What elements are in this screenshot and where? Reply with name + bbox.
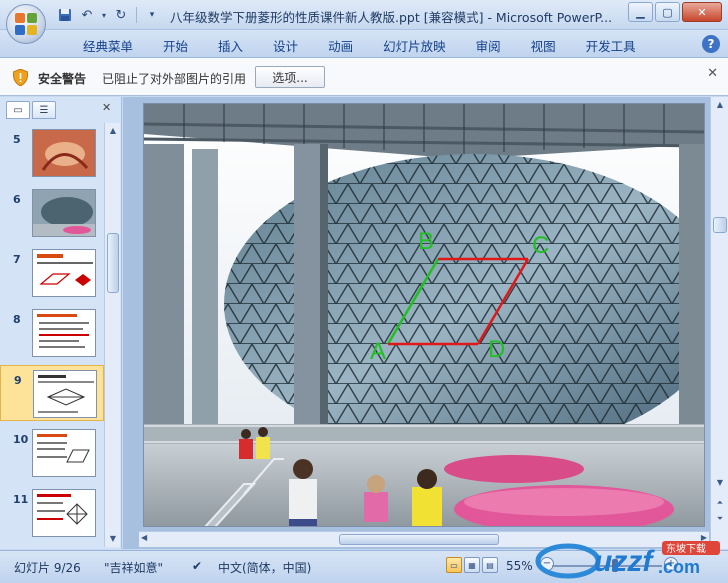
slide-photo bbox=[144, 104, 704, 526]
ribbon-tab[interactable]: 幻灯片放映 bbox=[368, 36, 461, 55]
slide-thumbnail[interactable]: 9 bbox=[0, 365, 104, 421]
slides-pane: ▭ ☰ ✕ 5 6 7 8 9 10 11 ▲ ▼ bbox=[0, 97, 122, 549]
office-button[interactable] bbox=[6, 4, 46, 44]
slides-tab-icon[interactable]: ▭ bbox=[6, 101, 30, 119]
slide-thumbnail[interactable]: 6 bbox=[0, 185, 104, 241]
quick-access-toolbar: ↶ ▾ ↻ ▾ bbox=[56, 6, 161, 24]
scroll-down-icon[interactable]: ▼ bbox=[714, 477, 726, 489]
slide-number: 10 bbox=[13, 433, 29, 446]
slide-thumbnail-image bbox=[32, 309, 96, 357]
ribbon-tab[interactable]: 开始 bbox=[148, 36, 203, 55]
window-title: 八年级数学下册菱形的性质课件新人教版.ppt [兼容模式] - Microsof… bbox=[170, 10, 613, 25]
slide-counter: 幻灯片 9/26 bbox=[14, 561, 81, 575]
slide-thumbnail-image bbox=[32, 249, 96, 297]
minimize-icon[interactable]: ▁ bbox=[628, 2, 653, 22]
slide-thumbnail[interactable]: 7 bbox=[0, 245, 104, 301]
close-icon[interactable]: ✕ bbox=[682, 2, 722, 22]
slide-thumbnail[interactable]: 5 bbox=[0, 125, 104, 181]
title-bar: ↶ ▾ ↻ ▾ 八年级数学下册菱形的性质课件新人教版.ppt [兼容模式] - … bbox=[0, 0, 728, 30]
spellcheck-icon[interactable]: ✔ bbox=[192, 559, 202, 573]
security-warning-bar: 安全警告 已阻止了对外部图片的引用 选项... ✕ bbox=[0, 58, 728, 96]
slide-number: 7 bbox=[13, 253, 21, 266]
normal-view-icon[interactable]: ▭ bbox=[446, 557, 462, 573]
security-warning-message: 已阻止了对外部图片的引用 bbox=[102, 72, 247, 86]
slide-editing-area: A B C D ◀ ▶ ▲ ▼ ⏶ ⏷ bbox=[123, 97, 728, 549]
ribbon-tab[interactable]: 审阅 bbox=[461, 36, 516, 55]
slide-number: 6 bbox=[13, 193, 21, 206]
ribbon-tab[interactable]: 设计 bbox=[258, 36, 313, 55]
current-slide[interactable]: A B C D bbox=[143, 103, 705, 527]
uzzf-watermark-logo: uzzf .com 东坡下载 bbox=[534, 539, 724, 579]
ribbon-tab[interactable]: 动画 bbox=[313, 36, 368, 55]
close-pane-icon[interactable]: ✕ bbox=[102, 101, 111, 114]
vertical-scroll-handle[interactable] bbox=[713, 217, 727, 233]
slide-thumbnail[interactable]: 11 bbox=[0, 485, 104, 541]
vertical-scrollbar[interactable]: ▲ ▼ ⏶ ⏷ bbox=[710, 97, 728, 549]
scroll-down-icon[interactable]: ▼ bbox=[107, 533, 119, 545]
theme-name: "吉祥如意" bbox=[104, 561, 164, 575]
save-icon[interactable] bbox=[56, 6, 74, 24]
watermark-domain: .com bbox=[658, 557, 700, 577]
close-warning-icon[interactable]: ✕ bbox=[707, 66, 718, 81]
view-buttons: ▭ ▦ ▤ bbox=[446, 557, 498, 573]
slide-number: 8 bbox=[13, 313, 21, 326]
office-logo-icon bbox=[15, 13, 37, 35]
horizontal-scroll-handle[interactable] bbox=[339, 534, 499, 545]
watermark-tag: 东坡下载 bbox=[666, 542, 706, 555]
slide-thumbnail-image bbox=[32, 429, 96, 477]
slide-thumbnail-list: 5 6 7 8 9 10 11 bbox=[0, 123, 104, 547]
window-controls: ▁ ▢ ✕ bbox=[628, 2, 722, 22]
vertex-label-d: D bbox=[488, 336, 506, 363]
undo-icon[interactable]: ↶ bbox=[78, 6, 96, 24]
slide-thumbnail[interactable]: 10 bbox=[0, 425, 104, 481]
zoom-level[interactable]: 55% bbox=[506, 559, 533, 573]
ribbon-tabs: 经典菜单 开始 插入 设计 动画 幻灯片放映 审阅 视图 开发工具 bbox=[68, 36, 651, 55]
shield-warning-icon bbox=[13, 69, 28, 86]
redo-icon[interactable]: ↻ bbox=[112, 6, 130, 24]
vertex-label-b: B bbox=[418, 228, 435, 255]
vertex-label-a: A bbox=[370, 338, 387, 365]
pane-tabs: ▭ ☰ bbox=[6, 101, 56, 119]
options-button[interactable]: 选项... bbox=[255, 66, 325, 88]
undo-dropdown-icon[interactable]: ▾ bbox=[100, 6, 108, 24]
vertex-label-c: C bbox=[532, 232, 550, 259]
next-slide-icon[interactable]: ⏷ bbox=[714, 513, 726, 525]
thumbnail-scrollbar[interactable]: ▲ ▼ bbox=[104, 123, 120, 547]
maximize-icon[interactable]: ▢ bbox=[655, 2, 680, 22]
scroll-up-icon[interactable]: ▲ bbox=[714, 99, 726, 111]
scroll-left-icon[interactable]: ◀ bbox=[141, 533, 147, 542]
ribbon-tab[interactable]: 插入 bbox=[203, 36, 258, 55]
ribbon: 经典菜单 开始 插入 设计 动画 幻灯片放映 审阅 视图 开发工具 ? bbox=[0, 30, 728, 58]
slide-thumbnail-image bbox=[33, 370, 97, 418]
slide-thumbnail-image bbox=[32, 129, 96, 177]
customize-qat-icon[interactable]: ▾ bbox=[143, 6, 161, 24]
slide-thumbnail[interactable]: 8 bbox=[0, 305, 104, 361]
ribbon-tab[interactable]: 视图 bbox=[516, 36, 571, 55]
watermark-brand: uzzf bbox=[594, 545, 655, 578]
scroll-handle[interactable] bbox=[107, 233, 119, 293]
ribbon-tab[interactable]: 开发工具 bbox=[571, 36, 651, 55]
scroll-up-icon[interactable]: ▲ bbox=[107, 125, 119, 137]
slide-number: 5 bbox=[13, 133, 21, 146]
previous-slide-icon[interactable]: ⏶ bbox=[714, 497, 726, 509]
ribbon-tab[interactable]: 经典菜单 bbox=[68, 36, 148, 55]
qat-separator bbox=[136, 7, 137, 23]
help-icon[interactable]: ? bbox=[702, 35, 720, 53]
slide-thumbnail-image bbox=[32, 189, 96, 237]
slide-number: 11 bbox=[13, 493, 29, 506]
language-indicator[interactable]: 中文(简体，中国) bbox=[218, 559, 311, 576]
slideshow-view-icon[interactable]: ▤ bbox=[482, 557, 498, 573]
security-warning-title: 安全警告 bbox=[38, 72, 87, 86]
slide-thumbnail-image bbox=[32, 489, 96, 537]
slide-number: 9 bbox=[14, 374, 22, 387]
slide-sorter-icon[interactable]: ▦ bbox=[464, 557, 480, 573]
outline-tab-icon[interactable]: ☰ bbox=[32, 101, 56, 119]
